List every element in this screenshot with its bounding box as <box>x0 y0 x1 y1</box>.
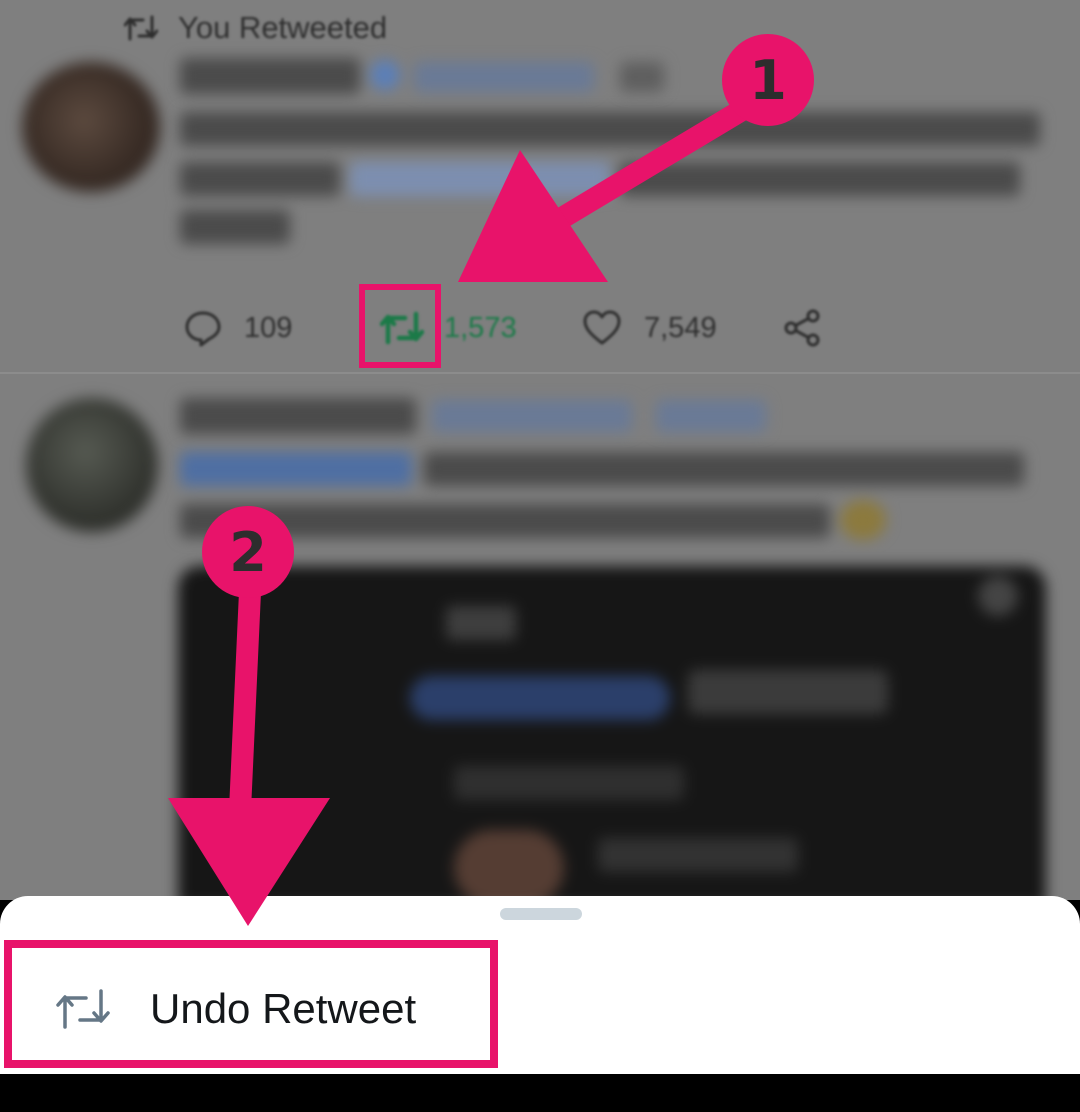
reply-button[interactable]: 109 <box>184 300 292 356</box>
avatar[interactable] <box>22 62 160 192</box>
step-2-badge: 2 <box>202 506 294 598</box>
comment-icon <box>185 311 221 347</box>
retweet-highlight-box <box>359 284 441 368</box>
tweet-actions: 109 1,573 7,549 <box>0 300 1080 356</box>
like-button[interactable]: 7,549 <box>582 300 717 356</box>
share-icon <box>784 309 820 347</box>
heart-icon <box>583 310 621 345</box>
retweet-context-label: You Retweeted <box>178 10 388 45</box>
tweet-media[interactable] <box>178 566 1046 906</box>
like-count: 7,549 <box>644 311 717 344</box>
system-navigation-bar <box>0 1074 1080 1112</box>
sheet-drag-handle[interactable] <box>500 908 582 920</box>
retweet-count: 1,573 <box>444 311 517 344</box>
retweet-context: You Retweeted <box>124 8 387 48</box>
retweet-icon <box>124 15 158 41</box>
share-button[interactable] <box>782 300 822 356</box>
avatar[interactable] <box>26 398 158 532</box>
reply-count: 109 <box>244 311 293 344</box>
step-1-badge: 1 <box>722 34 814 126</box>
tweet-divider <box>0 372 1080 374</box>
twitter-screen: You Retweeted 109 1,573 7,549 Undo Retwe… <box>0 0 1080 1112</box>
undo-retweet-highlight-box <box>4 940 498 1068</box>
timeline-backdrop: You Retweeted 109 1,573 7,549 <box>0 0 1080 906</box>
